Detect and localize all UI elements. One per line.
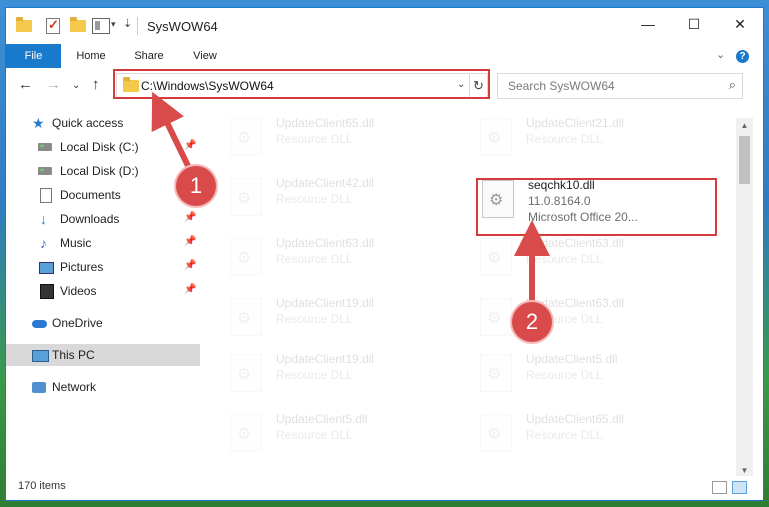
step-1-badge: 1 xyxy=(176,166,216,206)
arrow-to-address xyxy=(151,91,193,173)
annotation-arrows xyxy=(151,91,550,303)
step-2-badge: 2 xyxy=(512,302,552,342)
